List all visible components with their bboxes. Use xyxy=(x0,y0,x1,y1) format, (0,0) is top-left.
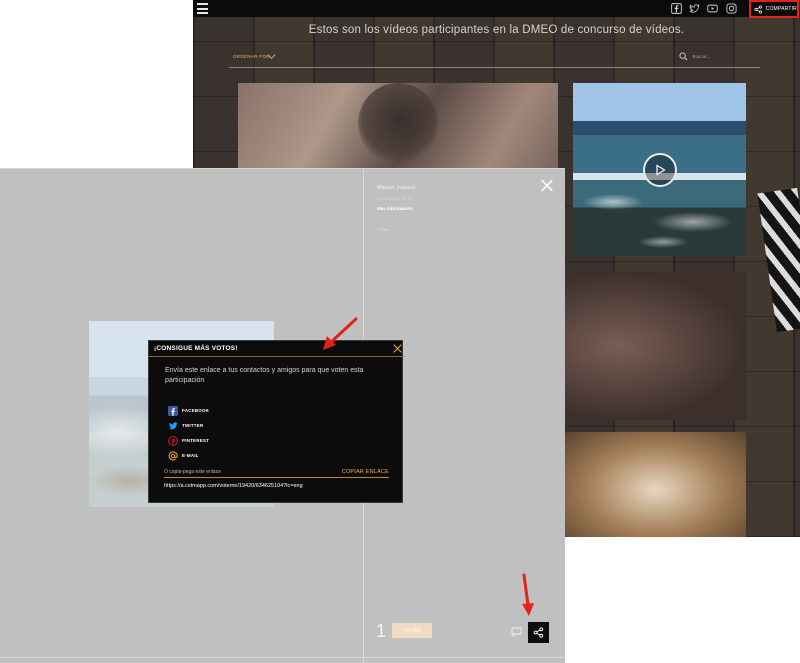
share-icon xyxy=(754,4,763,14)
entry-tag: Vídeo xyxy=(377,227,389,232)
share-popup: ¡CONSIGUE MÁS VOTOS! Envía este enlace a… xyxy=(148,340,404,503)
video-thumbnail[interactable] xyxy=(565,432,746,537)
video-thumbnail[interactable] xyxy=(573,83,746,256)
share-facebook-item[interactable]: FACEBOOK xyxy=(168,403,209,418)
filter-bar: ORDENAR POR Buscar... xyxy=(229,52,760,68)
copy-link-row: O copia-pega este enlace COPIAR ENLACE xyxy=(164,469,389,478)
screenshot-composite: COMPARTIR Estos son los vídeos participa… xyxy=(0,0,800,663)
annotation-arrow-icon xyxy=(323,317,358,350)
top-bar: COMPARTIR xyxy=(193,0,800,18)
play-icon[interactable] xyxy=(643,153,677,187)
facebook-icon xyxy=(168,405,178,416)
clapperboard-decoration xyxy=(757,187,800,333)
video-thumbnail[interactable] xyxy=(238,83,558,173)
search-box[interactable]: Buscar... xyxy=(679,52,710,61)
share-url-field[interactable]: https://a.cstmapp.com/voteme/19420/63462… xyxy=(164,483,303,489)
twitter-icon xyxy=(168,421,178,431)
instagram-icon[interactable] xyxy=(726,3,737,14)
share-top-button[interactable]: COMPARTIR xyxy=(749,0,799,18)
share-pinterest-item[interactable]: PINTEREST xyxy=(168,433,209,448)
close-icon[interactable] xyxy=(393,344,402,353)
video-thumbnail[interactable] xyxy=(565,272,746,420)
close-icon[interactable] xyxy=(540,179,553,192)
copy-hint: O copia-pega este enlace xyxy=(164,469,221,475)
share-facebook-label: FACEBOOK xyxy=(182,408,210,413)
more-info-link[interactable]: Más información xyxy=(377,206,413,211)
share-icon xyxy=(533,627,544,638)
share-network-list: FACEBOOK TWITTER PINTEREST E-MAIL xyxy=(168,403,209,463)
comment-icon[interactable] xyxy=(511,627,522,637)
entry-date: 23-06-2016 00:00 xyxy=(377,196,413,201)
annotation-arrow-icon xyxy=(522,573,534,616)
share-email-item[interactable]: E-MAIL xyxy=(168,448,209,463)
menu-icon[interactable] xyxy=(197,3,208,14)
author-name[interactable]: Marian Jubany xyxy=(377,185,416,191)
search-input[interactable]: Buscar... xyxy=(692,54,710,59)
divider xyxy=(0,657,565,658)
vote-button[interactable]: VOTAR xyxy=(392,623,432,638)
share-twitter-label: TWITTER xyxy=(182,423,204,428)
share-pinterest-label: PINTEREST xyxy=(182,438,210,443)
facebook-icon[interactable] xyxy=(671,3,682,14)
popup-title: ¡CONSIGUE MÁS VOTOS! xyxy=(154,345,238,352)
copy-link-button[interactable]: COPIAR ENLACE xyxy=(342,469,389,475)
entry-detail-overlay: Marian Jubany 23-06-2016 00:00 Más infor… xyxy=(0,168,565,663)
search-icon xyxy=(679,52,688,61)
share-top-label: COMPARTIR xyxy=(765,6,797,12)
youtube-icon[interactable] xyxy=(707,3,718,14)
page-headline: Estos son los vídeos participantes en la… xyxy=(308,24,685,36)
vote-count: 1 xyxy=(376,621,387,641)
sort-by-label[interactable]: ORDENAR POR xyxy=(233,54,270,59)
share-email-label: E-MAIL xyxy=(182,453,199,458)
share-button[interactable] xyxy=(528,622,549,643)
at-icon xyxy=(168,450,178,461)
popup-description: Envía este enlace a tus contactos y amig… xyxy=(165,367,364,384)
divider xyxy=(149,356,404,357)
pinterest-icon xyxy=(168,435,178,446)
twitter-icon[interactable] xyxy=(689,3,700,14)
chevron-down-icon[interactable] xyxy=(267,53,276,60)
share-twitter-item[interactable]: TWITTER xyxy=(168,418,209,433)
